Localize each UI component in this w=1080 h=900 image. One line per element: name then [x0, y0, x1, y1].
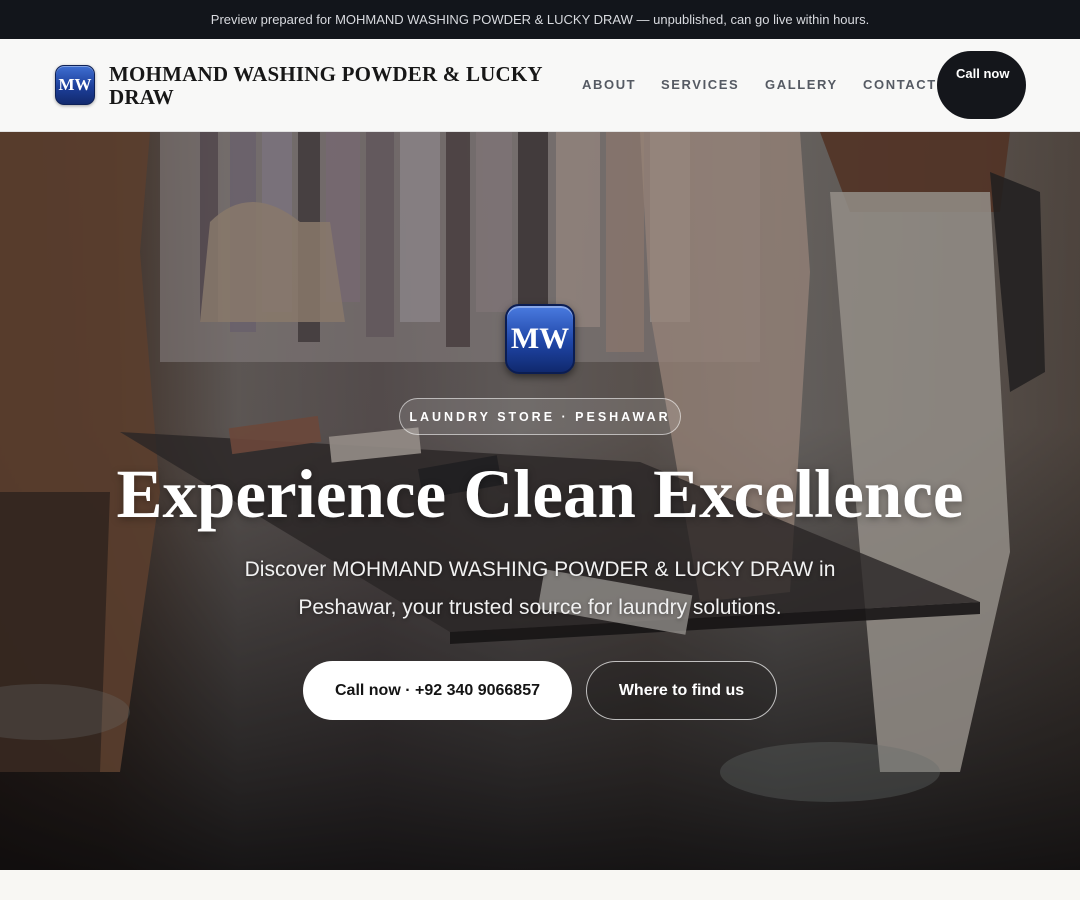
hero-category-text: LAUNDRY STORE · PESHAWAR	[409, 409, 671, 424]
hero-subtitle: Discover MOHMAND WASHING POWDER & LUCKY …	[244, 558, 836, 619]
brand-logo[interactable]: MW	[55, 65, 95, 105]
header-call-button[interactable]: Call now	[937, 51, 1026, 119]
hero-logo: MW	[505, 304, 575, 374]
preview-banner: Preview prepared for MOHMAND WASHING POW…	[0, 0, 1080, 39]
nav-link-services[interactable]: SERVICES	[661, 77, 739, 92]
site-header: MW MOHMAND WASHING POWDER & LUCKY DRAW A…	[0, 39, 1080, 132]
hero-category-pill: LAUNDRY STORE · PESHAWAR	[399, 398, 681, 435]
where-to-find-us-label: Where to find us	[618, 681, 745, 699]
hero-title: Experience Clean Excellence	[116, 456, 964, 532]
next-section-edge	[0, 870, 1080, 900]
brand-name[interactable]: MOHMAND WASHING POWDER & LUCKY DRAW	[109, 63, 579, 109]
where-to-find-us-button[interactable]: Where to find us	[586, 661, 777, 720]
hero-section: MW LAUNDRY STORE · PESHAWAR Experience C…	[0, 132, 1080, 870]
nav-link-gallery[interactable]: GALLERY	[765, 77, 838, 92]
hero-call-button-label: Call now · +92 340 9066857	[334, 681, 540, 699]
hero-call-button[interactable]: Call now · +92 340 9066857	[303, 661, 572, 720]
nav-link-contact[interactable]: CONTACT	[863, 77, 937, 92]
preview-banner-text: Preview prepared for MOHMAND WASHING POW…	[210, 12, 870, 27]
nav-link-about[interactable]: ABOUT	[582, 77, 636, 92]
